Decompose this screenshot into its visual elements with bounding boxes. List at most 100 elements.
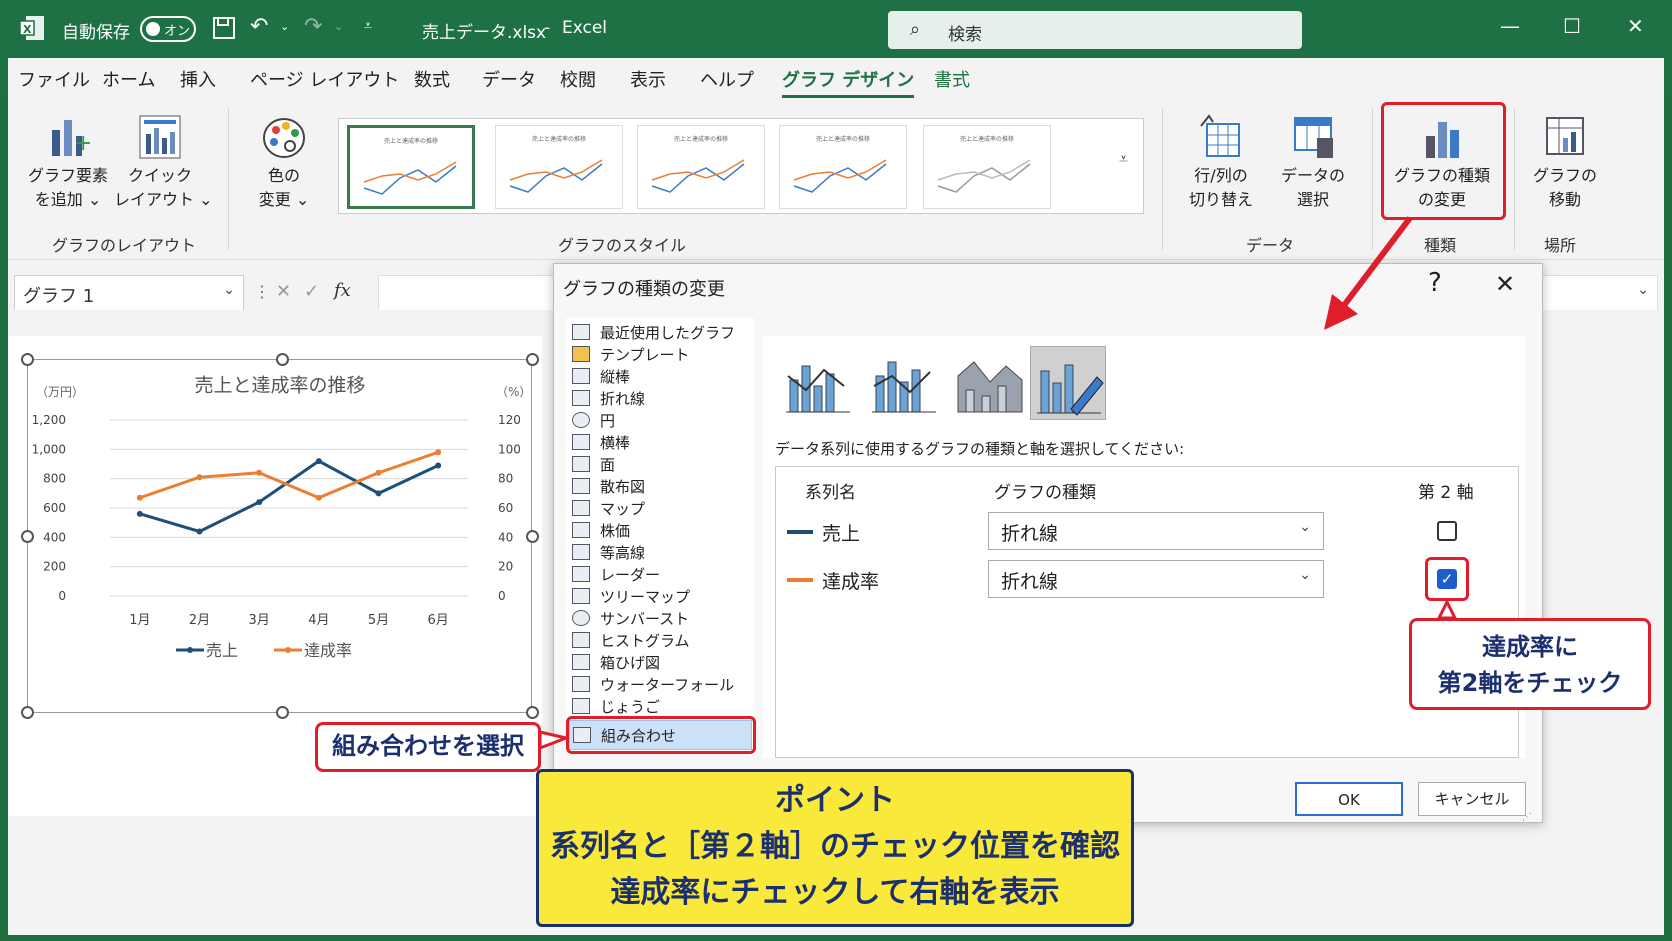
tab-format[interactable]: 書式 (934, 66, 970, 92)
category-radar[interactable]: レーダー (572, 564, 660, 586)
quick-layout-label-1: クイック (127, 166, 192, 185)
category-line[interactable]: 折れ線 (572, 388, 645, 410)
add-chart-element-button[interactable]: + グラフ要素 を追加 ⌄ (22, 114, 114, 212)
maximize-icon[interactable]: ☐ (1563, 14, 1581, 38)
change-colors-button[interactable]: 色の 変更 ⌄ (244, 114, 324, 212)
category-scatter[interactable]: 散布図 (572, 476, 645, 498)
resize-handle[interactable] (21, 706, 34, 719)
save-icon[interactable] (212, 16, 236, 40)
chart-style-1[interactable]: 売上と達成率の推移 (347, 125, 475, 209)
undo-dropdown-icon[interactable]: ⌄ (280, 20, 289, 33)
red-arrow-icon (1324, 216, 1413, 330)
left-axis-unit: （万円） (36, 385, 84, 399)
combo-column-line-secondary-icon[interactable] (866, 346, 942, 420)
category-histogram[interactable]: ヒストグラム (572, 630, 690, 652)
thumb-title: 売上と達成率の推移 (673, 136, 728, 143)
chart-style-4[interactable]: 売上と達成率の推移 (779, 125, 907, 209)
ok-button[interactable]: OK (1295, 782, 1403, 816)
search-box[interactable]: ⌕ 検索 (888, 11, 1302, 49)
data-point (256, 499, 263, 506)
left-tick-label: 200 (43, 560, 66, 574)
category-sunburst[interactable]: サンバースト (572, 608, 689, 630)
left-tick-label: 1,200 (32, 413, 66, 427)
category-recent[interactable]: 最近使用したグラフ (572, 322, 735, 344)
category-funnel[interactable]: じょうご (572, 696, 660, 718)
resize-handle[interactable] (276, 353, 289, 366)
category-map[interactable]: マップ (572, 498, 645, 520)
resize-handle[interactable] (21, 353, 34, 366)
add-chart-element-label-1: グラフ要素 (27, 166, 108, 185)
secondary-axis-checkbox-sales[interactable] (1437, 521, 1457, 541)
chart-style-2[interactable]: 売上と達成率の推移 (495, 125, 623, 209)
resize-handle[interactable] (526, 353, 539, 366)
data-point (375, 490, 382, 497)
category-boxwhisker[interactable]: 箱ひげ図 (572, 652, 660, 674)
category-templates[interactable]: テンプレート (572, 344, 690, 366)
resize-grip-icon[interactable]: ⋰ (1522, 812, 1532, 823)
redo-icon[interactable]: ↷ (304, 14, 322, 39)
tab-view[interactable]: 表示 (630, 66, 666, 92)
category-bar[interactable]: 横棒 (572, 432, 630, 454)
switch-row-column-button[interactable]: 行/列の 切り替え (1180, 114, 1262, 212)
resize-handle[interactable] (526, 530, 539, 543)
thumb-lines (793, 159, 887, 193)
tab-file[interactable]: ファイル (18, 66, 90, 92)
redo-dropdown-icon[interactable]: ⌄ (334, 20, 343, 33)
undo-icon[interactable]: ↶ (250, 14, 268, 39)
combo-area-column-icon[interactable] (952, 346, 1028, 420)
category-waterfall[interactable]: ウォーターフォール (572, 674, 734, 696)
tab-page-layout[interactable]: ページ レイアウト (250, 66, 399, 92)
tab-formulas[interactable]: 数式 (414, 66, 450, 92)
category-column[interactable]: 縦棒 (572, 366, 630, 388)
cancel-entry-icon[interactable]: ✕ (276, 281, 291, 302)
insert-function-icon[interactable]: fx (334, 280, 351, 301)
chart-type-select-achievement[interactable]: 折れ線 ⌄ (988, 560, 1324, 598)
chart-type-select-sales[interactable]: 折れ線 ⌄ (988, 512, 1324, 550)
custom-combo-icon[interactable] (1030, 346, 1106, 420)
tab-chart-design[interactable]: グラフ デザイン (782, 66, 915, 98)
move-chart-icon (1543, 114, 1587, 160)
thumb-title: 売上と達成率の推移 (959, 136, 1014, 143)
autosave-toggle[interactable]: オン (140, 16, 196, 42)
folder-icon (572, 346, 590, 362)
resize-handle[interactable] (276, 706, 289, 719)
name-box[interactable]: グラフ 1 ⌄ (14, 275, 244, 311)
customize-qat-icon[interactable]: ⩡ (364, 18, 372, 34)
tab-insert[interactable]: 挿入 (180, 66, 216, 92)
gallery-more-icon[interactable]: ⩡ (1119, 149, 1128, 169)
tab-help[interactable]: ヘルプ (700, 66, 754, 92)
funnel-chart-icon (572, 698, 590, 714)
resize-handle[interactable] (526, 706, 539, 719)
series-table (775, 466, 1519, 758)
dialog-close-icon[interactable]: ✕ (1495, 270, 1515, 298)
tab-home[interactable]: ホーム (102, 66, 155, 92)
category-label: 等高線 (600, 544, 646, 562)
scatter-chart-icon (572, 478, 590, 494)
chart-style-5[interactable]: 売上と達成率の推移 (923, 125, 1051, 209)
category-label: 折れ線 (600, 390, 646, 408)
move-chart-button[interactable]: グラフの 移動 (1524, 114, 1606, 212)
name-box-dropdown-icon[interactable]: ⌄ (223, 282, 235, 298)
series-color-swatch (787, 578, 813, 582)
category-area[interactable]: 面 (572, 454, 615, 476)
cancel-button[interactable]: キャンセル (1418, 782, 1526, 816)
tab-review[interactable]: 校閲 (560, 66, 596, 92)
category-stock[interactable]: 株価 (572, 520, 630, 542)
switch-row-column-label-1: 行/列の (1194, 166, 1248, 185)
chart-style-3[interactable]: 売上と達成率の推移 (637, 125, 765, 209)
tab-data[interactable]: データ (482, 66, 536, 92)
confirm-entry-icon[interactable]: ✓ (304, 281, 319, 302)
category-treemap[interactable]: ツリーマップ (572, 586, 690, 608)
close-window-icon[interactable]: ✕ (1627, 14, 1644, 38)
resize-handle[interactable] (21, 530, 34, 543)
expand-formula-icon[interactable]: ⌄ (1637, 282, 1649, 298)
category-label: ヒストグラム (600, 632, 690, 650)
chart-object[interactable]: 売上と達成率の推移 （万円） （%） 1,200 1,000 800 600 400 200 0 1… (27, 359, 532, 713)
category-pie[interactable]: 円 (572, 410, 615, 432)
point-note: ポイント 系列名と［第２軸］のチェック位置を確認 達成率にチェックして右軸を表示 (536, 769, 1134, 927)
category-surface[interactable]: 等高線 (572, 542, 645, 564)
quick-layout-button[interactable]: クイック レイアウト ⌄ (114, 114, 213, 212)
minimize-icon[interactable]: — (1500, 14, 1520, 38)
combo-clustered-column-line-icon[interactable] (780, 346, 856, 420)
select-data-button[interactable]: データの 選択 (1272, 114, 1354, 212)
